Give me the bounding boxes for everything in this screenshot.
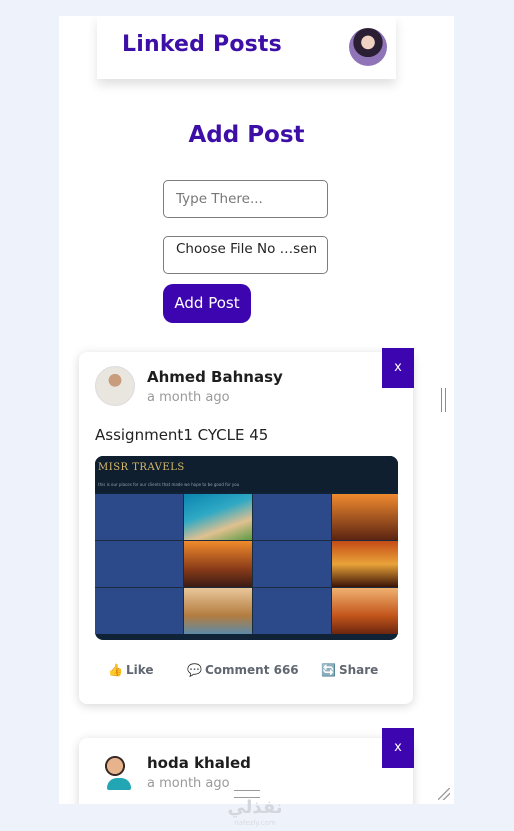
image-text-block bbox=[95, 541, 183, 587]
image-photo bbox=[184, 541, 252, 587]
image-text-block bbox=[95, 494, 183, 540]
comment-label: Comment 666 bbox=[204, 663, 299, 677]
file-input[interactable]: Choose File No …sen bbox=[163, 236, 328, 274]
delete-post-button[interactable]: x bbox=[382, 348, 414, 388]
comment-button[interactable]: 💬 Comment 666 bbox=[187, 663, 299, 677]
resize-handle-icon[interactable] bbox=[438, 788, 450, 800]
author-name[interactable]: Ahmed Bahnasy bbox=[147, 368, 283, 386]
app-frame: Linked Posts Add Post Type There... Choo… bbox=[59, 16, 454, 804]
post-card: Ahmed Bahnasy a month ago Assignment1 CY… bbox=[79, 352, 413, 704]
delete-post-button[interactable]: x bbox=[382, 728, 414, 768]
like-label: Like bbox=[125, 663, 154, 677]
image-header: MISR TRAVELS this is our places for our … bbox=[95, 456, 398, 492]
watermark-url: nafezly.com bbox=[234, 819, 276, 827]
post-timestamp: a month ago bbox=[147, 390, 230, 405]
image-photo bbox=[332, 588, 398, 634]
image-text-block bbox=[253, 494, 331, 540]
post-timestamp: a month ago bbox=[147, 776, 230, 791]
image-title: MISR TRAVELS bbox=[98, 462, 185, 473]
image-subtitle: this is our places for our clients that … bbox=[98, 482, 240, 487]
profile-avatar[interactable] bbox=[349, 28, 387, 66]
share-button[interactable]: 🔄 Share bbox=[321, 663, 378, 677]
image-photo bbox=[184, 588, 252, 634]
author-name[interactable]: hoda khaled bbox=[147, 754, 251, 772]
share-icon: 🔄 bbox=[321, 663, 336, 677]
post-image[interactable]: MISR TRAVELS this is our places for our … bbox=[95, 456, 398, 640]
thumbs-up-icon: 👍 bbox=[108, 663, 123, 677]
image-text-block bbox=[95, 588, 183, 634]
author-avatar[interactable] bbox=[95, 366, 135, 406]
add-post-button[interactable]: Add Post bbox=[163, 284, 251, 323]
avatar-shirt bbox=[107, 778, 131, 790]
image-photo bbox=[184, 494, 252, 540]
brand-title[interactable]: Linked Posts bbox=[122, 32, 282, 57]
post-text-input[interactable]: Type There... bbox=[163, 180, 328, 218]
scrollbar-grip-icon[interactable] bbox=[441, 388, 446, 412]
watermark-logo: نفذلي bbox=[227, 797, 283, 818]
share-label: Share bbox=[338, 663, 379, 677]
post-body: Assignment1 CYCLE 45 bbox=[95, 426, 269, 444]
navbar: Linked Posts bbox=[97, 16, 396, 79]
add-post-heading: Add Post bbox=[188, 122, 305, 148]
image-text-block bbox=[253, 588, 331, 634]
image-photo-grid bbox=[95, 494, 398, 634]
image-photo bbox=[332, 494, 398, 540]
like-button[interactable]: 👍 Like bbox=[108, 663, 154, 677]
image-photo bbox=[332, 541, 398, 587]
image-text-block bbox=[253, 541, 331, 587]
comment-icon: 💬 bbox=[187, 663, 202, 677]
